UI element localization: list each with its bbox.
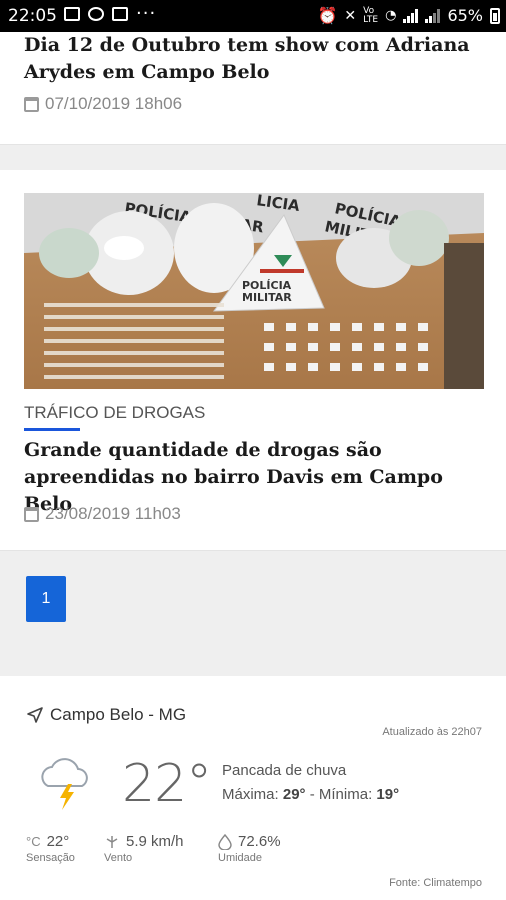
weather-widget: Campo Belo - MG Atualizado às 22h07 22° … [0,676,506,900]
storm-cloud-icon [41,758,88,810]
humidity-value: 72.6% [238,833,281,850]
weather-location: Campo Belo - MG [50,705,187,724]
max-value: 29° [282,786,306,803]
signal-icon [403,8,419,23]
mute-icon: ✕ [344,7,357,24]
max-label: Máxima: [222,786,279,803]
humidity-label: Umidade [218,852,263,864]
weather-source: Fonte: Climatempo [389,877,482,889]
feels-like-stat: °C 22° Sensação [26,833,75,864]
calendar-icon [24,506,39,522]
feels-like-label: Sensação [26,852,75,864]
category-underline [24,428,80,431]
wind-label: Vento [104,852,133,864]
article-card[interactable]: POLÍCIA MILITAR POLÍCIA MILITAR LICIA PO… [0,170,506,551]
article-date: 07/10/2019 18h06 [45,94,183,113]
svg-text:MILITAR: MILITAR [242,291,292,304]
signal-2-icon [425,8,441,23]
article-date: 23/08/2019 11h03 [45,504,181,523]
wind-value: 5.9 km/h [126,833,184,850]
battery-percent: 65% [447,6,483,25]
min-label: Mínima: [318,786,373,803]
article-date-row: 23/08/2019 11h03 [24,504,181,524]
source-link[interactable]: Climatempo [423,877,482,889]
wifi-icon: ◔ [385,8,397,23]
battery-icon [490,7,500,24]
article-category[interactable]: TRÁFICO DE DROGAS [24,403,205,423]
wind-vane-icon [106,835,118,848]
gallery-icon [64,7,80,21]
sync-icon [88,7,104,21]
weather-description: Pancada de chuva [222,762,347,779]
droplet-icon [218,833,232,850]
location-arrow-icon [27,707,43,723]
article-title[interactable]: Dia 12 de Outubro tem show com Adriana A… [24,32,482,86]
thermometer-icon: °C [26,834,41,849]
monitor-icon [112,7,128,21]
page-1-button[interactable]: 1 [26,576,66,622]
feels-like-value: 22° [46,833,70,850]
calendar-icon [24,96,39,112]
humidity-stat: 72.6% Umidade [218,833,281,864]
weather-updated: Atualizado às 22h07 [382,726,482,738]
minmax-separator: - [305,786,319,803]
volte-icon: Vo LTE [363,5,379,25]
min-value: 19° [376,786,400,803]
weather-min-max: Máxima: 29° - Mínima: 19° [222,786,399,803]
weather-location-row[interactable]: Campo Belo - MG [26,705,186,725]
weather-temperature: 22° [122,754,212,814]
article-date-row: 07/10/2019 18h06 [24,94,182,114]
status-time: 22:05 [8,6,57,26]
source-label: Fonte: [389,877,421,889]
alarm-icon: ⏰ [317,6,338,25]
article-image[interactable]: POLÍCIA MILITAR POLÍCIA MILITAR LICIA PO… [24,193,484,389]
more-notifications-icon: ··· [136,3,157,24]
status-bar: 22:05 ··· ⏰ ✕ Vo LTE ◔ 65% [0,0,506,32]
article-card[interactable]: Dia 12 de Outubro tem show com Adriana A… [0,32,506,145]
wind-stat: 5.9 km/h Vento [104,833,184,864]
